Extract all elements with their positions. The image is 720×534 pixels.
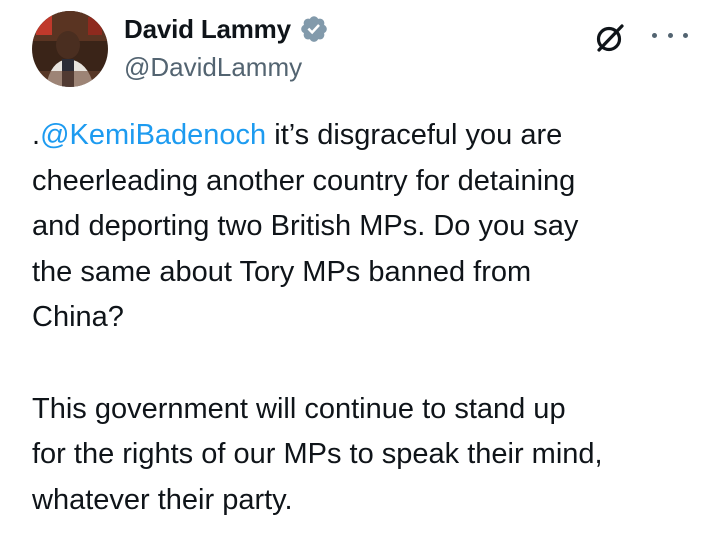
- tweet-prefix: .: [32, 119, 41, 151]
- tweet: David Lammy @DavidLammy .@KemiBadenoch i…: [0, 0, 720, 534]
- tweet-line: .@KemiBadenoch it’s disgraceful you are: [32, 113, 712, 159]
- more-dot: [652, 32, 657, 38]
- tweet-line: whatever their party.: [32, 483, 293, 516]
- tweet-text: .@KemiBadenoch it’s disgraceful you are …: [32, 113, 712, 523]
- tweet-line: for the rights of our MPs to speak their…: [32, 438, 603, 470]
- tweet-line: and deporting two British MPs. Do you sa…: [32, 210, 579, 242]
- more-options-icon[interactable]: [652, 28, 688, 42]
- author-block: David Lammy @DavidLammy: [124, 12, 329, 83]
- verified-badge-icon[interactable]: [299, 14, 329, 44]
- more-dot: [667, 32, 673, 38]
- author-handle[interactable]: @DavidLammy: [124, 52, 329, 83]
- author-display-name[interactable]: David Lammy: [124, 14, 291, 45]
- name-row: David Lammy: [124, 12, 329, 46]
- tweet-line: This government will continue to stand u…: [32, 392, 566, 425]
- grok-icon[interactable]: [592, 20, 628, 56]
- mention-link[interactable]: @KemiBadenoch: [40, 119, 266, 151]
- tweet-line: cheerleading another country for detaini…: [32, 164, 576, 197]
- tweet-line: the same about Tory MPs banned from: [32, 255, 532, 288]
- tweet-line: China?: [32, 301, 124, 333]
- tweet-line-text: it’s disgraceful you are: [266, 119, 563, 151]
- more-dot: [683, 32, 688, 38]
- avatar[interactable]: [32, 11, 108, 87]
